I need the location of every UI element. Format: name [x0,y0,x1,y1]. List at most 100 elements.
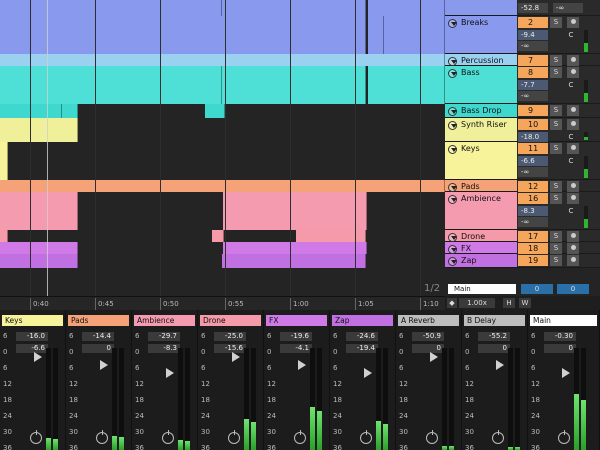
arm-button[interactable] [567,181,579,192]
pan-knob[interactable] [558,430,570,444]
peak-value[interactable]: -19.6 [280,332,312,341]
volume-value[interactable]: -6.6 [16,344,48,353]
strip-title[interactable]: Pads [68,315,129,326]
pan-value[interactable]: C [565,132,577,142]
strip-title[interactable]: Ambience [134,315,195,326]
track-lane[interactable] [0,54,445,66]
arrangement-view[interactable]: -52.8 -∞ Breaks 2 S -9.4 C -∞ Percussion 7 S Bass 8 S… [0,0,600,296]
track-number[interactable]: 7 [518,55,548,66]
main-left-value[interactable]: 0 [521,284,553,294]
pan-knob[interactable] [294,430,306,444]
track-number[interactable]: 19 [518,255,548,266]
tempo-icon[interactable]: ◆ [447,298,457,308]
volume-value[interactable]: 0 [82,344,114,353]
solo-button[interactable]: S [550,243,562,254]
track-header-synth-riser[interactable]: Synth Riser [445,118,517,142]
track-lane[interactable] [0,242,445,254]
track-number[interactable]: 8 [518,67,548,78]
send-value[interactable]: -∞ [518,41,548,51]
fader-handle[interactable] [232,352,240,362]
track-lane[interactable] [0,230,445,242]
track-header-drone[interactable]: Drone [445,230,517,242]
pan-knob[interactable] [426,430,438,444]
clip[interactable] [0,118,78,142]
clip[interactable] [222,254,366,268]
solo-button[interactable]: S [550,181,562,192]
solo-button[interactable]: S [550,231,562,242]
clip[interactable] [0,242,78,254]
arm-button[interactable] [567,255,579,266]
peak-value[interactable]: -24.6 [346,332,378,341]
strip-title[interactable]: Zap [332,315,393,326]
track-lane[interactable] [0,16,445,54]
peak-value[interactable]: -14.4 [82,332,114,341]
strip-title[interactable]: Keys [2,315,63,326]
solo-button[interactable]: S [550,55,562,66]
solo-button[interactable]: S [550,119,562,130]
solo-button[interactable]: S [550,17,562,28]
track-header-keys[interactable]: Keys [445,142,517,180]
pan-knob[interactable] [162,430,174,444]
volume-fader[interactable] [442,348,447,450]
track-number[interactable]: 11 [518,143,548,154]
track-number[interactable]: 10 [518,119,548,130]
arm-button[interactable] [567,67,579,78]
volume-fader[interactable] [376,348,381,450]
fold-toggle-icon[interactable] [448,257,457,266]
pan-value[interactable]: C [565,206,577,216]
fold-toggle-icon[interactable] [448,57,457,66]
track-lane[interactable] [0,104,445,118]
fold-toggle-icon[interactable] [448,69,457,78]
send-value[interactable]: -∞ [518,217,548,227]
pan-knob[interactable] [228,430,240,444]
volume-value[interactable]: -6.6 [518,156,548,166]
clip[interactable] [0,66,222,104]
fold-toggle-icon[interactable] [448,245,457,254]
volume-value[interactable]: -15.6 [214,344,246,353]
peak-value[interactable]: -25.0 [214,332,246,341]
track-number[interactable]: 2 [518,17,548,28]
clip[interactable] [212,230,224,242]
strip-title[interactable]: Main [530,315,597,326]
track-number[interactable]: 16 [518,193,548,204]
volume-value[interactable]: 0 [412,344,444,353]
main-right-value[interactable]: 0 [557,284,589,294]
track-header-breaks[interactable]: Breaks [445,16,517,54]
volume-value[interactable]: -9.4 [518,30,548,40]
fold-toggle-icon[interactable] [448,19,457,28]
w-button[interactable]: W [519,298,531,308]
volume-value[interactable]: -8.3 [518,206,548,216]
pan-knob[interactable] [492,430,504,444]
track-header-fx[interactable]: FX [445,242,517,254]
fader-handle[interactable] [562,368,570,378]
clip[interactable] [62,104,78,118]
clip[interactable] [0,142,8,180]
clip[interactable] [384,16,445,54]
send-value[interactable]: -∞ [518,167,548,177]
fold-toggle-icon[interactable] [448,195,457,204]
volume-value[interactable]: -19.4 [346,344,378,353]
track-header-percussion[interactable]: Percussion [445,54,517,66]
arm-button[interactable] [567,55,579,66]
playhead[interactable] [47,0,48,296]
top-track-header[interactable] [445,0,517,16]
volume-fader[interactable] [574,348,579,450]
fader-handle[interactable] [34,352,42,362]
track-header-pads[interactable]: Pads [445,180,517,192]
peak-value[interactable]: -0.30 [544,332,576,341]
arm-button[interactable] [567,231,579,242]
volume-fader[interactable] [112,348,117,450]
pan-value[interactable]: C [565,30,577,40]
volume-fader[interactable] [508,348,513,450]
volume-value[interactable]: 0 [478,344,510,353]
track-number[interactable]: 17 [518,231,548,242]
clip[interactable] [0,54,445,66]
volume-fader[interactable] [178,348,183,450]
solo-button[interactable]: S [550,67,562,78]
clip[interactable] [0,16,225,54]
arm-button[interactable] [567,243,579,254]
volume-value[interactable]: -7.7 [518,80,548,90]
fader-handle[interactable] [364,368,372,378]
pan-knob[interactable] [96,430,108,444]
fold-toggle-icon[interactable] [448,233,457,242]
